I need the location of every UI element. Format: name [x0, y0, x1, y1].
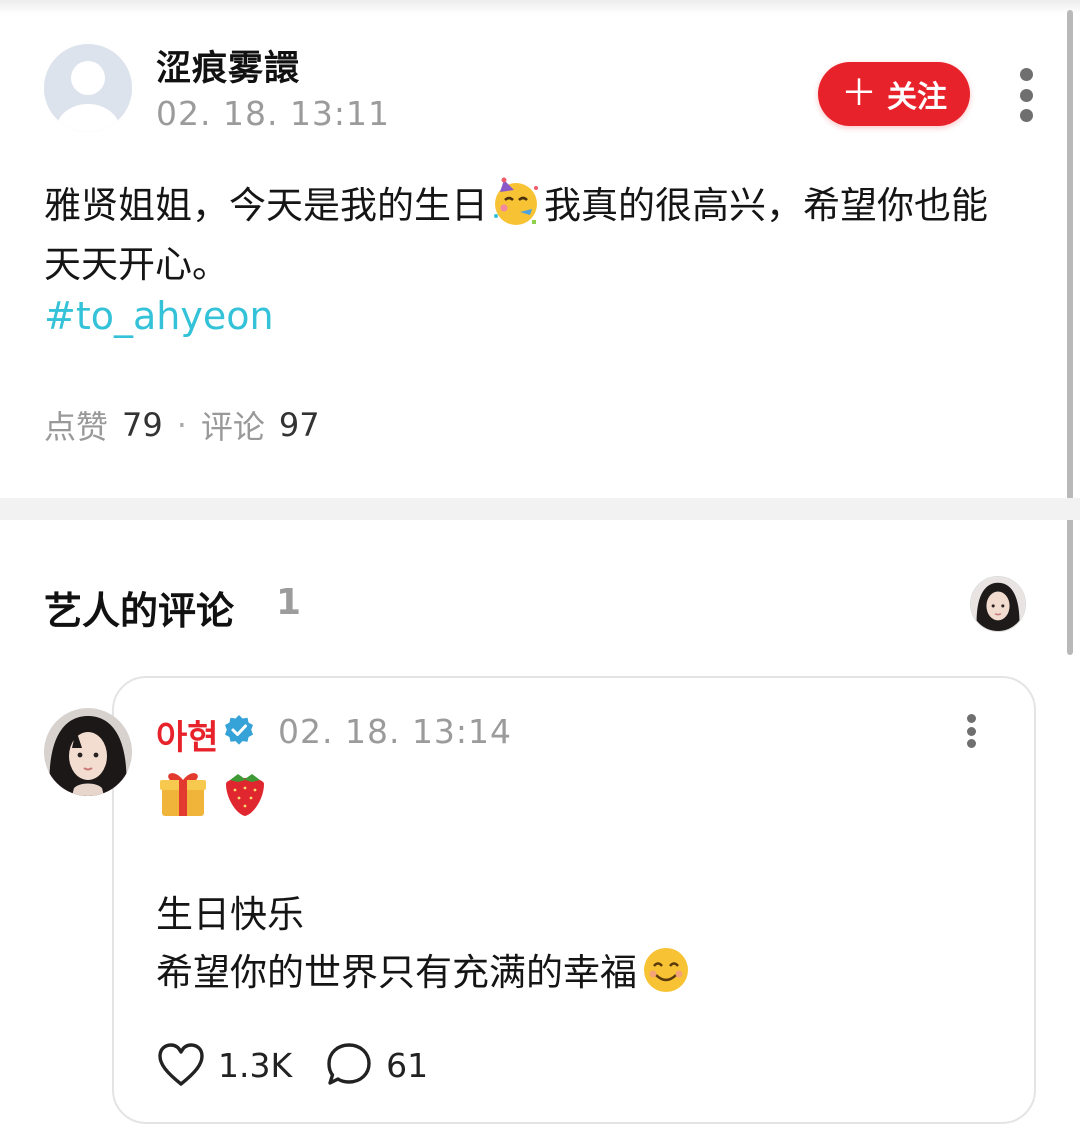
plus-icon: ＋: [840, 71, 877, 113]
comment-timestamp: 02. 18. 13:14: [278, 712, 513, 751]
artist-comments-count: 1: [276, 582, 302, 623]
comments-label: 评论: [200, 408, 265, 446]
artist-avatar[interactable]: [44, 708, 132, 796]
wrapped-gift-emoji-icon: [156, 766, 210, 820]
author-username[interactable]: 涩痕雾譞: [156, 40, 300, 91]
likes-count: 79: [122, 406, 163, 444]
comment-text-line2: 希望你的世界只有充满的幸福: [156, 942, 691, 996]
comment-more-options-icon[interactable]: [956, 714, 986, 748]
artist-avatar-small[interactable]: [970, 576, 1026, 632]
stats-separator: ·: [176, 406, 187, 444]
follow-button[interactable]: ＋ 关注: [818, 62, 970, 126]
author-avatar[interactable]: [44, 44, 132, 132]
reply-button[interactable]: 61: [324, 1040, 428, 1090]
likes-label: 点赞: [44, 408, 109, 446]
comment-emoji-row: [156, 766, 272, 820]
speech-bubble-icon: [327, 1043, 371, 1085]
heart-outline-icon: [158, 1043, 204, 1086]
post-body: 雅贤姐姐，今天是我的生日 我真的很高兴，希望你也能天天开心。: [44, 176, 1024, 294]
top-edge-shadow: [0, 0, 1080, 14]
more-options-icon[interactable]: [1011, 68, 1041, 122]
like-button[interactable]: 1.3K: [156, 1040, 292, 1090]
comment-text-line1: 生日快乐: [156, 893, 304, 936]
comment-text-line2-text: 希望你的世界只有充满的幸福: [156, 951, 637, 994]
hashtag-link[interactable]: #to_ahyeon: [44, 294, 274, 338]
artist-comments-title: 艺人的评论: [44, 589, 235, 633]
section-divider: [0, 498, 1080, 520]
post-text-part1: 雅贤姐姐，今天是我的生日: [44, 184, 488, 227]
comment-actions: 1.3K 61: [156, 1040, 428, 1090]
like-count: 1.3K: [218, 1045, 293, 1085]
verified-badge-icon: [222, 713, 256, 747]
reply-count: 61: [386, 1045, 429, 1085]
partying-face-emoji-icon: [490, 176, 542, 228]
smiling-face-emoji-icon: [641, 945, 691, 995]
post-timestamp: 02. 18. 13:11: [156, 94, 391, 133]
follow-button-label: 关注: [887, 81, 947, 114]
post-stats: 点赞 79 · 评论 97: [44, 402, 320, 448]
comment-author[interactable]: 아현: [156, 710, 219, 759]
comments-count: 97: [278, 406, 320, 444]
scrollbar[interactable]: [1067, 10, 1073, 655]
strawberry-emoji-icon: [218, 766, 272, 820]
